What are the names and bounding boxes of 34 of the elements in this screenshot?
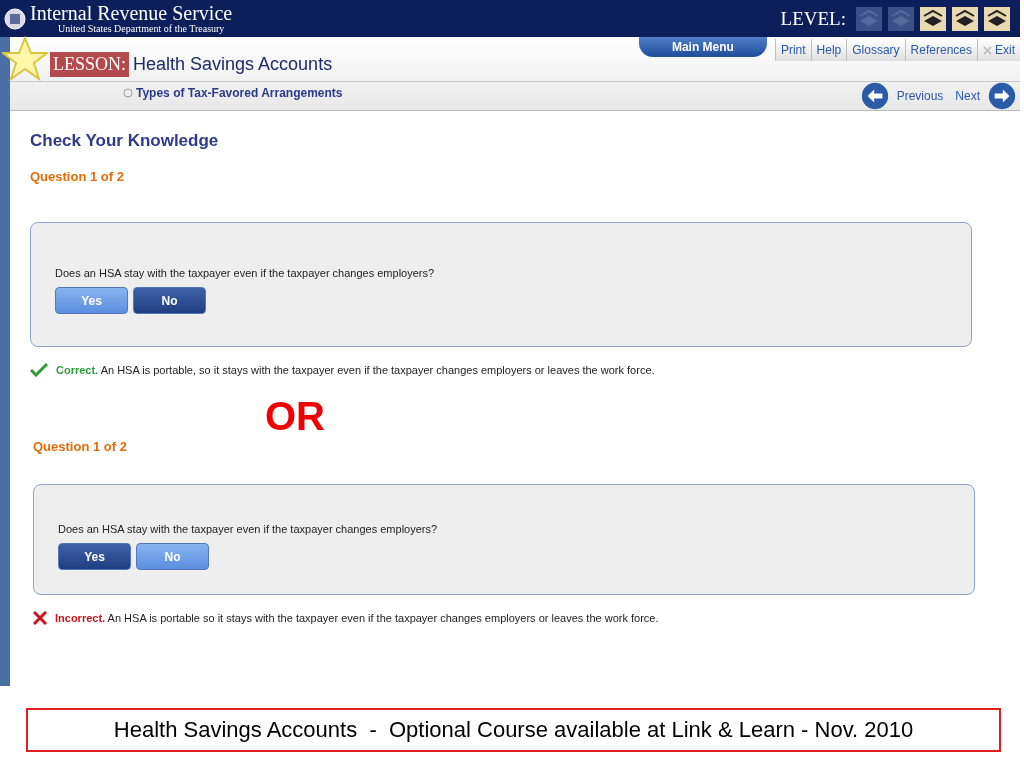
level-icon[interactable] xyxy=(984,6,1010,31)
level-label: LEVEL: xyxy=(780,7,846,30)
menu-link[interactable]: Help xyxy=(810,39,847,61)
close-icon xyxy=(983,45,992,55)
seal-icon xyxy=(4,7,26,30)
star-icon xyxy=(2,36,48,82)
question-text: Does an HSA stay with the taxpayer even if the taxpayer changes employers? xyxy=(55,267,436,279)
menu-link[interactable]: References xyxy=(904,39,977,61)
department-name: United States Department of the Treasury xyxy=(57,23,226,34)
question-counter: Question 1 of 2 xyxy=(33,439,128,454)
answer-button[interactable]: Yes xyxy=(58,543,131,570)
question-text: Does an HSA stay with the taxpayer even if the taxpayer changes employers? xyxy=(58,523,439,535)
question-counter: Question 1 of 2 xyxy=(30,169,125,184)
bullet-icon xyxy=(123,88,133,98)
or-label: OR xyxy=(265,393,326,439)
answer-button[interactable]: No xyxy=(133,287,206,314)
topic-link[interactable]: Types of Tax-Favored Arrangements xyxy=(123,86,343,100)
feedback-text: Incorrect. An HSA is portable so it stays with the taxpayer even if the taxpayer changes employers or leaves the work force. xyxy=(55,612,659,624)
main-menu-button[interactable]: Main Menu xyxy=(638,37,767,57)
page-title: Check Your Knowledge xyxy=(30,131,220,151)
check-icon xyxy=(30,363,48,377)
agency-name: Internal Revenue Service xyxy=(30,3,233,23)
exit-button[interactable]: Exit xyxy=(977,39,1020,61)
previous-link[interactable]: Previous xyxy=(892,89,948,103)
lesson-title: Health Savings Accounts xyxy=(133,53,333,75)
level-icon[interactable] xyxy=(952,6,978,31)
slide-caption: Health Savings Accounts - Optional Course available at Link & Learn - Nov. 2010 xyxy=(26,708,1001,752)
cross-icon xyxy=(33,611,47,625)
next-link[interactable]: Next xyxy=(951,89,984,103)
level-icon[interactable] xyxy=(920,6,946,31)
menu-link[interactable]: Glossary xyxy=(846,39,905,61)
menu-link[interactable]: Print xyxy=(774,39,811,61)
feedback-text: Correct. An HSA is portable, so it stays with the taxpayer even if the taxpayer changes employers or leaves the work force. xyxy=(56,364,655,376)
lesson-label: LESSON: xyxy=(50,51,129,77)
